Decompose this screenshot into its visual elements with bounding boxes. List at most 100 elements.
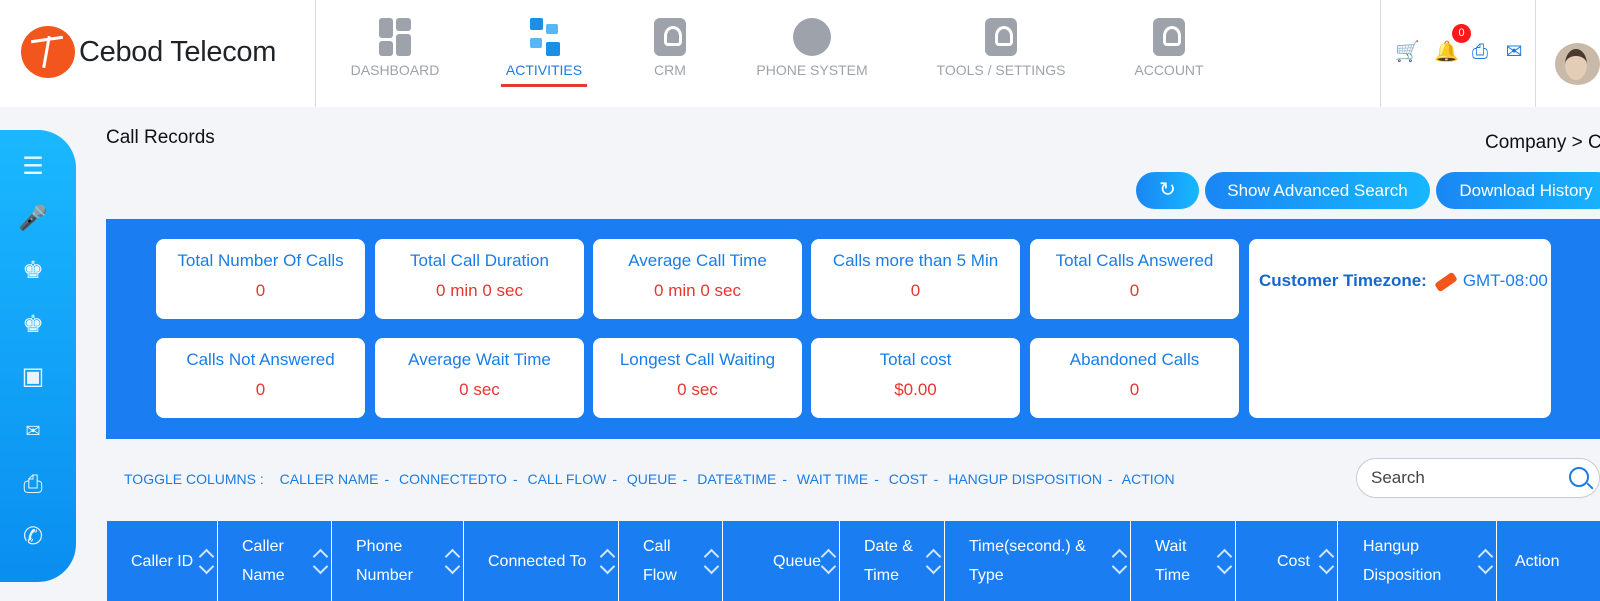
breadcrumb[interactable]: Company > C [1485,132,1600,154]
column-header[interactable]: Phone Number [332,521,464,601]
sort-icon[interactable] [445,549,457,573]
nav-label-crm: CRM [654,62,686,78]
stat-card: Total Call Duration 0 min 0 sec [375,239,584,319]
toggle-column[interactable]: QUEUE [627,471,677,487]
stat-label: Calls more than 5 Min [832,251,999,270]
column-header[interactable]: Caller Name [218,521,332,601]
nav-label-phone-system: PHONE SYSTEM [756,62,868,78]
column-header[interactable]: Wait Time [1131,521,1236,601]
database-icon[interactable]: ☰ [16,152,50,182]
show-advanced-search-button[interactable]: Show Advanced Search [1205,172,1430,209]
download-history-button[interactable]: Download History [1436,172,1600,209]
column-header[interactable]: Hangup Disposition [1338,521,1497,601]
column-header[interactable]: Call Flow [619,521,723,601]
sort-icon[interactable] [1478,549,1490,573]
phone-call-icon[interactable]: ✆ [16,522,50,552]
fax-icon[interactable]: ⎙ [16,470,50,500]
nav-label-dashboard: DASHBOARD [350,62,440,78]
column-header[interactable]: Connected To [464,521,619,601]
user-avatar[interactable] [1555,43,1600,85]
stat-label: Calls Not Answered [186,350,335,369]
column-title: Phone Number [356,538,413,584]
cart-icon[interactable]: 🛒 [1395,40,1420,64]
phone-system-icon [793,18,831,56]
timezone-label: Customer Timezone: [1259,271,1427,290]
column-title: Caller ID [131,552,194,570]
sort-icon[interactable] [1112,549,1124,573]
account-icon [1153,18,1185,56]
sort-icon[interactable] [313,549,325,573]
stat-label: Average Wait Time [408,350,551,369]
sort-icon[interactable] [1319,549,1331,573]
sort-icon[interactable] [600,549,612,573]
bell-icon[interactable]: 🔔 [1434,40,1459,64]
nav-activities[interactable]: ACTIVITIES [500,18,588,78]
stat-label: Total cost [879,350,952,369]
stat-value: $0.00 [894,380,937,399]
sort-icon[interactable] [199,549,211,573]
printer-icon[interactable]: ⎙ [1468,40,1492,64]
activities-icon [528,18,560,56]
nav-label-account: ACCOUNT [1134,62,1204,78]
sort-icon[interactable] [821,549,833,573]
nav-label-tools-settings: TOOLS / SETTINGS [936,62,1066,78]
column-title: Action [1515,552,1560,570]
search-input[interactable] [1371,467,1551,489]
nav-dashboard[interactable]: DASHBOARD [340,18,450,78]
column-header[interactable]: Time(second.) & Type [945,521,1131,601]
brand-name: Cebod Telecom [79,35,277,68]
stat-value: 0 [1129,380,1140,399]
toggle-column[interactable]: ACTION [1122,471,1175,487]
mail-icon[interactable]: ✉ [1502,40,1526,64]
toggle-column[interactable]: CALL FLOW [527,471,606,487]
toggle-column[interactable]: HANGUP DISPOSITION [948,471,1102,487]
refresh-button[interactable]: ↻ [1136,172,1199,209]
search-icon[interactable] [1569,467,1589,487]
microphone-icon[interactable]: 🎤 [16,204,50,234]
stat-card: Total Calls Answered 0 [1030,239,1239,319]
sort-icon[interactable] [1217,549,1229,573]
column-title: Call Flow [643,538,677,584]
team-chart-icon-2[interactable]: ♚ [16,310,50,340]
nav-phone-system[interactable]: PHONE SYSTEM [752,18,872,78]
toggle-column[interactable]: CONNECTEDTO [399,471,507,487]
column-title: Date & Time [864,538,913,584]
nav-crm[interactable]: CRM [640,18,700,78]
toggle-columns-label: TOGGLE COLUMNS : [124,471,264,487]
edit-pencil-icon[interactable] [1433,271,1458,292]
nav-label-activities: ACTIVITIES [505,62,583,78]
toggle-columns-bar: TOGGLE COLUMNS : CALLER NAME - CONNECTEDT… [124,471,1175,487]
column-title: Wait Time [1155,538,1190,584]
sort-icon[interactable] [704,549,716,573]
active-tab-indicator [501,84,587,87]
nav-tools-settings[interactable]: TOOLS / SETTINGS [928,18,1074,78]
column-title: Cost [1277,552,1310,570]
column-title: Queue [773,552,822,570]
column-header: Action [1497,521,1600,601]
toggle-column[interactable]: WAIT TIME [797,471,868,487]
column-header[interactable]: Queue [723,521,840,601]
team-chart-icon[interactable]: ♚ [16,256,50,286]
stat-value: 0 [255,380,266,399]
brand-logo[interactable]: Cebod Telecom [21,26,276,78]
toggle-column[interactable]: DATE&TIME [697,471,776,487]
refresh-icon: ↻ [1159,179,1176,201]
sort-icon[interactable] [926,549,938,573]
voicemail-icon[interactable]: ▣ [16,362,50,392]
left-sidebar: ☰ 🎤 ♚ ♚ ▣ ✉ ⎙ ✆ [0,130,76,582]
toggle-column[interactable]: COST [889,471,928,487]
nav-account[interactable]: ACCOUNT [1125,18,1213,78]
column-header[interactable]: Date & Time [840,521,945,601]
timezone-value[interactable]: GMT-08:00 [1463,271,1548,290]
toggle-column[interactable]: CALLER NAME [280,471,379,487]
sms-icon[interactable]: ✉ [16,416,50,446]
page-title: Call Records [106,127,215,148]
table-header-row: Caller ID Caller Name Phone Number Connect… [107,521,1600,601]
column-header[interactable]: Caller ID [107,521,218,601]
stat-label: Abandoned Calls [1069,350,1200,369]
stat-label: Total Number Of Calls [177,251,344,270]
stat-value: 0 [255,281,266,300]
column-header[interactable]: Cost [1236,521,1338,601]
stat-card: Abandoned Calls 0 [1030,338,1239,418]
stat-card: Longest Call Waiting 0 sec [593,338,802,418]
